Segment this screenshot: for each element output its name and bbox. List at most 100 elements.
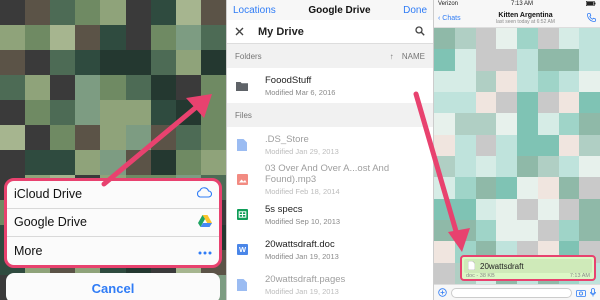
- mosaic-tile: [125, 25, 151, 50]
- mosaic-tile: [475, 28, 497, 50]
- camera-icon[interactable]: [576, 284, 586, 300]
- action-sheet-item-google-drive[interactable]: Google Drive: [6, 209, 220, 238]
- mosaic-tile: [579, 134, 600, 156]
- chats-back-button[interactable]: ‹ Chats: [438, 15, 464, 22]
- file-item: 03 Over And Over A...ost And Found).mp3 …: [227, 162, 433, 197]
- mosaic-tile: [537, 28, 559, 50]
- mosaic-tile: [0, 125, 26, 150]
- mosaic-tile: [537, 113, 559, 135]
- mosaic-tile: [558, 70, 580, 92]
- file-name: 5s specs: [265, 203, 303, 215]
- mosaic-tile: [454, 220, 476, 242]
- more-dots-icon: [198, 244, 212, 258]
- page-title: My Drive: [258, 25, 304, 38]
- contact-info[interactable]: Kitten Argentina last seen today at 6:52…: [464, 12, 587, 25]
- mosaic-tile: [434, 70, 455, 92]
- microphone-icon[interactable]: [590, 284, 596, 300]
- mosaic-tile: [558, 113, 580, 135]
- mosaic-tile: [434, 156, 455, 178]
- mosaic-tile: [517, 134, 538, 156]
- mosaic-tile: [0, 75, 26, 100]
- mosaic-tile: [175, 25, 201, 50]
- mosaic-tile: [175, 50, 201, 75]
- mosaic-tile: [496, 198, 517, 220]
- status-bar: Verizon 7:13 AM: [434, 0, 600, 9]
- mosaic-tile: [175, 75, 201, 100]
- mosaic-tile: [75, 125, 101, 150]
- pixelated-chat-background: [434, 28, 600, 284]
- mosaic-tile: [75, 75, 101, 100]
- mosaic-tile: [475, 70, 497, 92]
- mosaic-tile: [558, 134, 580, 156]
- drive-header: My Drive: [227, 20, 433, 44]
- mosaic-tile: [50, 75, 76, 100]
- cloud-icon: [196, 187, 212, 201]
- mosaic-tile: [579, 92, 600, 114]
- action-sheet-item-icloud-drive[interactable]: iCloud Drive: [6, 180, 220, 209]
- mosaic-tile: [454, 177, 476, 199]
- locations-button[interactable]: Locations: [233, 5, 276, 16]
- mosaic-tile: [200, 100, 226, 125]
- mosaic-tile: [200, 50, 226, 75]
- mosaic-tile: [150, 75, 176, 100]
- action-sheet-item-more[interactable]: More: [6, 237, 220, 266]
- mosaic-tile: [496, 49, 517, 71]
- mosaic-tile: [200, 125, 226, 150]
- mosaic-tile: [100, 150, 126, 175]
- mosaic-tile: [517, 113, 538, 135]
- mosaic-tile: [496, 70, 517, 92]
- mosaic-tile: [125, 150, 151, 175]
- mosaic-tile: [125, 100, 151, 125]
- close-icon[interactable]: [235, 23, 244, 41]
- mosaic-tile: [25, 75, 51, 100]
- mosaic-tile: [150, 0, 176, 25]
- mosaic-tile: [475, 113, 497, 135]
- navigation-bar: Locations Google Drive Done: [227, 0, 433, 20]
- mosaic-tile: [25, 25, 51, 50]
- mosaic-tile: [434, 28, 455, 50]
- nav-title: Google Drive: [308, 4, 371, 16]
- mosaic-tile: [517, 156, 538, 178]
- mosaic-tile: [496, 92, 517, 114]
- attach-icon[interactable]: [438, 284, 447, 300]
- file-item[interactable]: 5s specs Modified Sep 10, 2013: [227, 197, 433, 232]
- mosaic-tile: [579, 70, 600, 92]
- file-name: 20wattsdraft.pages: [265, 273, 346, 285]
- mosaic-tile: [50, 25, 76, 50]
- file-attachment-message[interactable]: 20wattsdraft doc - 38 KB 7:13 AM: [460, 255, 596, 281]
- mosaic-tile: [558, 156, 580, 178]
- mosaic-tile: [579, 49, 600, 71]
- mosaic-tile: [475, 156, 497, 178]
- mosaic-tile: [50, 150, 76, 175]
- mosaic-tile: [25, 125, 51, 150]
- phone-icon[interactable]: [587, 9, 596, 27]
- mosaic-tile: [537, 92, 559, 114]
- mosaic-tile: [150, 25, 176, 50]
- folders-section-header: Folders ↑ NAME: [227, 44, 433, 68]
- mosaic-tile: [125, 50, 151, 75]
- mosaic-tile: [150, 50, 176, 75]
- message-input[interactable]: [451, 287, 572, 298]
- sort-control[interactable]: ↑ NAME: [390, 52, 425, 61]
- battery-icon: [586, 1, 596, 8]
- chevron-left-icon: ‹: [438, 14, 441, 22]
- file-modified: Modified Jan 19, 2013: [265, 286, 339, 296]
- mosaic-tile: [50, 50, 76, 75]
- mosaic-tile: [475, 49, 497, 71]
- file-item[interactable]: W 20wattsdraft.doc Modified Jan 19, 2013: [227, 232, 433, 267]
- search-icon[interactable]: [415, 23, 425, 41]
- mosaic-tile: [537, 70, 559, 92]
- mosaic-tile: [579, 198, 600, 220]
- mosaic-tile: [454, 49, 476, 71]
- mosaic-tile: [0, 150, 26, 175]
- done-button[interactable]: Done: [403, 5, 427, 16]
- mosaic-tile: [475, 220, 497, 242]
- cancel-button[interactable]: Cancel: [6, 273, 220, 300]
- mosaic-tile: [537, 49, 559, 71]
- mosaic-tile: [150, 150, 176, 175]
- last-seen-label: last seen today at 6:52 AM: [496, 18, 555, 25]
- chat-header: ‹ Chats Kitten Argentina last seen today…: [434, 9, 600, 28]
- mosaic-tile: [25, 0, 51, 25]
- mosaic-tile: [558, 92, 580, 114]
- folder-item[interactable]: FooodStuff Modified Mar 6, 2016: [227, 68, 433, 103]
